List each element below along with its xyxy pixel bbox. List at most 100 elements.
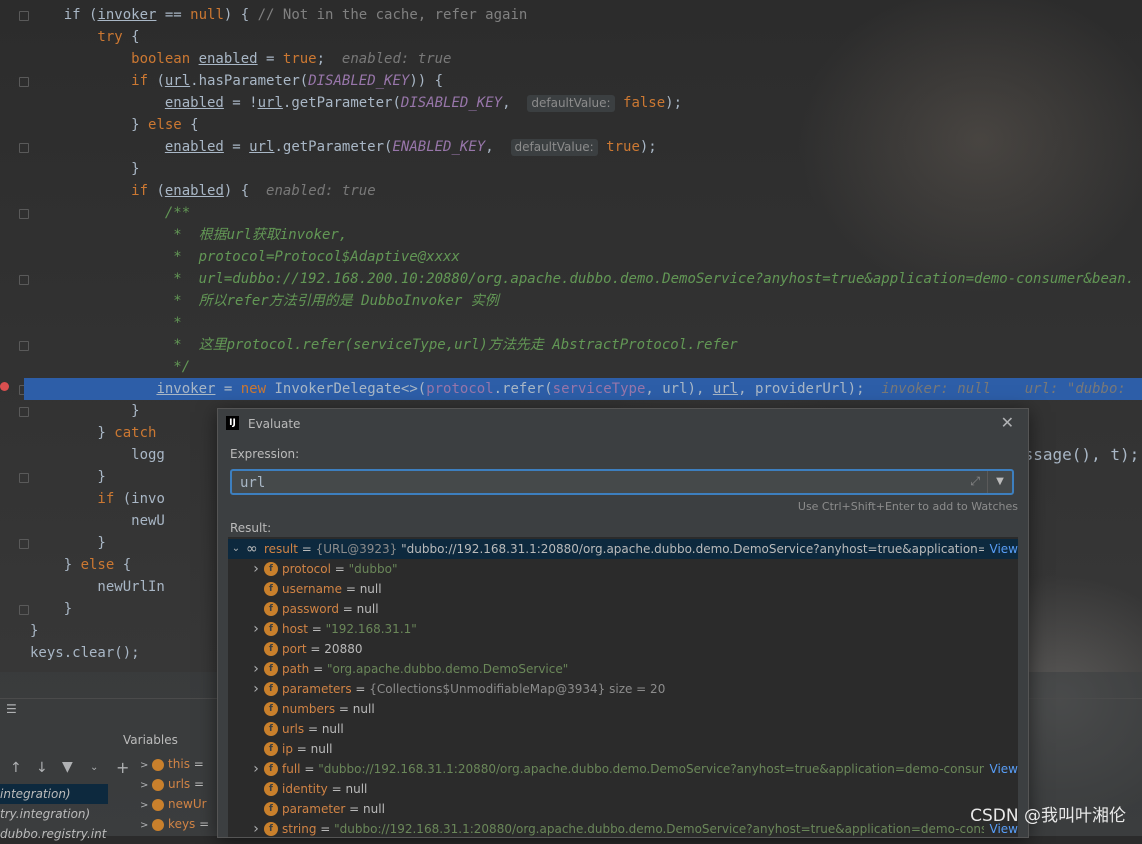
field-row[interactable]: f urls = null [228, 719, 1018, 739]
code-token: /** [30, 205, 191, 221]
code-token: } [30, 469, 106, 485]
code-token: protocol [426, 381, 494, 397]
code-line: } [0, 620, 38, 642]
field-row[interactable]: f parameter = null [228, 799, 1018, 819]
code-line: if (url.hasParameter(DISABLED_KEY)) { [0, 70, 443, 92]
code-token: } [30, 403, 140, 419]
result-tree[interactable]: ⌄ ∞ result = {URL@3923} "dubbo://192.168.3… [228, 537, 1018, 837]
code-token: enabled [164, 139, 224, 155]
code-line: keys.clear(); [0, 642, 140, 664]
chevron-right-icon[interactable]: › [250, 619, 262, 639]
field-value: null [345, 782, 368, 796]
chevron-down-icon[interactable]: ⌄ [90, 762, 98, 773]
field-row[interactable]: › f host = "192.168.31.1" [228, 619, 1018, 639]
code-token: DISABLED_KEY [308, 73, 410, 89]
expression-input[interactable] [238, 473, 962, 493]
chevron-right-icon[interactable]: › [250, 759, 262, 779]
field-row[interactable]: › f protocol = "dubbo" [228, 559, 1018, 579]
variable-row[interactable]: > keys = [140, 814, 209, 834]
code-token: else [148, 117, 182, 133]
code-line: } [0, 158, 140, 180]
code-token: , url), [645, 381, 713, 397]
code-token: invoker [97, 7, 157, 23]
chevron-right-icon[interactable]: › [250, 659, 262, 679]
variable-row[interactable]: > urls = [140, 774, 204, 794]
variable-row[interactable]: > this = [140, 754, 204, 774]
variables-title: Variables [123, 733, 178, 747]
field-row[interactable]: f numbers = null [228, 699, 1018, 719]
filter-icon[interactable]: ▼ [62, 759, 73, 775]
field-row[interactable]: f port = 20880 [228, 639, 1018, 659]
code-token: if [30, 491, 115, 507]
code-token: * 根据url获取invoker, [30, 227, 348, 243]
variable-name: newUr [168, 797, 207, 811]
close-icon[interactable]: ✕ [1001, 413, 1014, 432]
code-token: ) { [223, 7, 258, 23]
code-line: if (enabled) { enabled: true [0, 180, 375, 202]
code-token: } [30, 425, 115, 441]
chevron-right-icon[interactable]: › [250, 819, 262, 837]
code-token: } [30, 161, 140, 177]
result-root-row[interactable]: ⌄ ∞ result = {URL@3923} "dubbo://192.168.3… [228, 539, 1018, 559]
field-name: numbers [282, 702, 336, 716]
code-token: if [30, 73, 149, 89]
field-icon [152, 758, 165, 771]
code-line: newUrlIn [0, 576, 164, 598]
field-row[interactable]: › f parameters = {Collections$Unmodifiable… [228, 679, 1018, 699]
field-icon: f [264, 702, 278, 716]
chevron-right-icon[interactable]: › [250, 559, 262, 579]
view-link[interactable]: View [983, 539, 1018, 559]
field-row[interactable]: › f path = "org.apache.dubbo.demo.DemoServ… [228, 659, 1018, 679]
code-line: enabled = url.getParameter(ENABLED_KEY, … [0, 136, 657, 158]
field-name: identity [282, 782, 328, 796]
frame-item[interactable]: integration) [0, 784, 108, 804]
code-line: try { [0, 26, 139, 48]
history-dropdown-button[interactable]: ▼ [987, 471, 1012, 493]
code-token: = [215, 381, 241, 397]
field-row[interactable]: f password = null [228, 599, 1018, 619]
view-link[interactable]: View [983, 759, 1018, 779]
chevron-right-icon[interactable]: > [140, 760, 148, 771]
field-name: protocol [282, 562, 331, 576]
code-line: enabled = !url.getParameter(DISABLED_KEY… [0, 92, 682, 114]
chevron-right-icon[interactable]: › [250, 679, 262, 699]
chevron-right-icon[interactable]: > [140, 800, 148, 811]
frame-item[interactable]: dubbo.registry.int [0, 824, 108, 844]
arrow-up-icon[interactable]: ↑ [10, 760, 22, 776]
field-row[interactable]: › f full = "dubbo://192.168.31.1:20880/org… [228, 759, 1018, 779]
code-token: boolean [30, 51, 199, 67]
code-line: * url=dubbo://192.168.200.10:20880/org.a… [0, 268, 1134, 290]
chevron-right-icon[interactable]: > [140, 820, 148, 831]
code-line: } [0, 400, 140, 422]
field-icon: f [264, 782, 278, 796]
code-token: { [181, 117, 199, 133]
expand-icon[interactable]: ⤢ [970, 474, 980, 489]
field-row[interactable]: f username = null [228, 579, 1018, 599]
watermark: CSDN @我叫叶湘伦 [970, 806, 1126, 826]
variable-row[interactable]: > newUr [140, 794, 207, 814]
code-token: newU [30, 513, 165, 529]
arrow-down-icon[interactable]: ↓ [36, 760, 48, 776]
field-row[interactable]: › f string = "dubbo://192.168.31.1:20880/o… [228, 819, 1018, 837]
field-value: null [363, 802, 385, 816]
field-row[interactable]: f identity = null [228, 779, 1018, 799]
add-icon[interactable]: + [116, 758, 129, 777]
code-token: == [156, 7, 191, 23]
code-token: .getParameter( [274, 139, 393, 155]
field-icon: f [264, 802, 278, 816]
frame-item[interactable]: try.integration) [0, 804, 108, 824]
code-token: .refer( [493, 381, 553, 397]
field-value: null [359, 582, 382, 596]
chevron-right-icon[interactable]: > [140, 780, 148, 791]
field-row[interactable]: f ip = null [228, 739, 1018, 759]
layout-icon[interactable]: ☰ [6, 702, 17, 716]
code-line: logg [0, 444, 165, 466]
code-token: // Not in the cache, refer again [257, 7, 528, 23]
field-text: identity = null [282, 782, 368, 796]
code-token: .getParameter( [282, 95, 401, 111]
chevron-down-icon[interactable]: ⌄ [230, 539, 242, 559]
code-token: } [30, 117, 149, 133]
code-line: * protocol=Protocol$Adaptive@xxxx [0, 246, 460, 268]
param-hint: defaultValue: [510, 139, 598, 156]
